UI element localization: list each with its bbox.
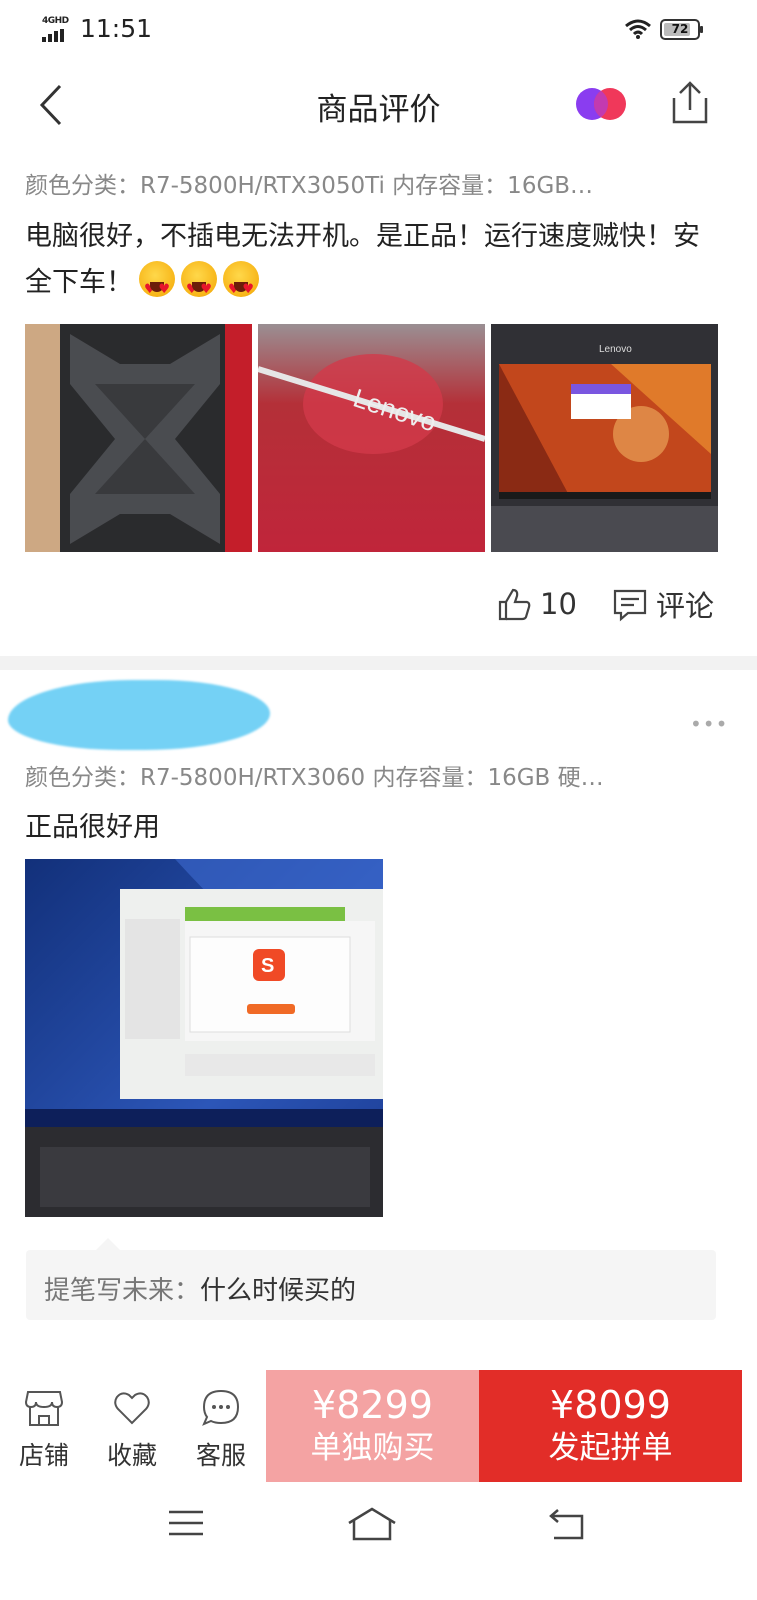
variant-info: 颜色分类：R7-5800H/RTX3050Ti 内存容量：16GB…	[25, 173, 594, 199]
group-buy-button[interactable]: ¥8099 发起拼单	[479, 1370, 742, 1482]
heart-eyes-emoji	[139, 261, 175, 313]
section-divider	[0, 656, 757, 670]
comment-button[interactable]: 评论	[612, 584, 714, 624]
review-text: 正品很好用	[25, 812, 160, 843]
review-text: 电脑很好，不插电无法开机。是正品！运行速度贼快！安全下车！	[25, 214, 725, 313]
wifi-icon	[625, 19, 651, 39]
like-button[interactable]: 10	[496, 584, 577, 624]
chat-bubble-icon	[202, 1389, 240, 1426]
customer-service-button[interactable]: 客服	[177, 1370, 265, 1482]
review-card: 颜色分类：R7-5800H/RTX3050Ti 内存容量：16GB… 电脑很好，…	[0, 152, 757, 656]
review-photo[interactable]	[25, 324, 252, 552]
favorite-label: 收藏	[106, 1441, 157, 1470]
comment-icon	[613, 589, 647, 622]
system-navigation-bar	[0, 1482, 757, 1600]
solo-price: ¥8299	[312, 1383, 433, 1427]
group-label: 发起拼单	[548, 1430, 673, 1466]
comment-label: 评论	[656, 589, 715, 623]
status-bar: 4GHD 11:51 72	[0, 0, 757, 62]
store-icon	[24, 1391, 64, 1426]
review-photo[interactable]: S	[25, 859, 383, 1217]
bottom-action-bar: 店铺 收藏 客服 ¥8299 单独购买 ¥8099 发起拼单	[0, 1370, 757, 1482]
share-icon[interactable]	[670, 80, 710, 126]
heart-eyes-emoji	[223, 261, 259, 313]
like-count: 10	[540, 587, 577, 621]
avatar	[8, 680, 270, 750]
photo-logo-text: Lenovo	[599, 344, 632, 355]
solo-label: 单独购买	[310, 1430, 435, 1466]
review-photo[interactable]: Lenovo	[258, 324, 485, 552]
store-button[interactable]: 店铺	[0, 1370, 88, 1482]
svg-text:S: S	[261, 955, 274, 977]
thumbs-up-icon	[498, 588, 531, 621]
store-label: 店铺	[18, 1441, 69, 1470]
nav-bar: 商品评价	[0, 62, 757, 150]
buy-solo-button[interactable]: ¥8299 单独购买	[266, 1370, 479, 1482]
more-options-icon[interactable]: •••	[690, 712, 728, 736]
reply-content: 什么时候买的	[200, 1276, 357, 1306]
reply-user: 提笔写未来：	[44, 1276, 201, 1306]
reply-text: 提笔写未来：什么时候买的	[44, 1270, 356, 1307]
review-text-content: 电脑很好，不插电无法开机。是正品！运行速度贼快！安全下车！	[25, 221, 700, 298]
heart-icon	[114, 1392, 150, 1425]
heart-eyes-emoji	[181, 261, 217, 313]
signal-icon: 4GHD	[42, 16, 74, 42]
review-photo[interactable]: Lenovo	[491, 324, 718, 552]
review-card: ••• 颜色分类：R7-5800H/RTX3060 内存容量：16GB 硬… 正…	[0, 670, 757, 1370]
group-price: ¥8099	[550, 1383, 671, 1427]
back-arrow-icon[interactable]	[546, 1506, 588, 1542]
favorite-button[interactable]: 收藏	[88, 1370, 176, 1482]
home-icon[interactable]	[346, 1506, 398, 1542]
overlapping-circles-icon[interactable]	[574, 86, 628, 122]
variant-info: 颜色分类：R7-5800H/RTX3060 内存容量：16GB 硬…	[25, 765, 604, 791]
battery-level: 72	[671, 22, 689, 36]
seller-reply: 提笔写未来：什么时候买的	[26, 1238, 716, 1320]
network-type: 4GHD	[42, 16, 69, 26]
battery-icon: 72	[660, 19, 703, 40]
service-label: 客服	[195, 1441, 246, 1470]
menu-icon[interactable]	[166, 1506, 206, 1540]
page-title: 商品评价	[316, 92, 441, 128]
status-time: 11:51	[80, 14, 153, 43]
